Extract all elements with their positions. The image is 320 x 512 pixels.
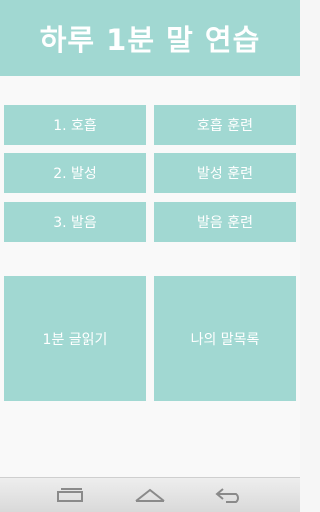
app-header: 하루 1분 말 연습 bbox=[0, 0, 300, 76]
recent-apps-button[interactable] bbox=[40, 478, 100, 512]
breathing-training-button[interactable]: 호흡 훈련 bbox=[154, 105, 296, 145]
back-button[interactable] bbox=[200, 478, 260, 512]
one-minute-reading-button[interactable]: 1분 글읽기 bbox=[4, 276, 146, 401]
pronunciation-button[interactable]: 3. 발음 bbox=[4, 202, 146, 242]
back-icon bbox=[215, 488, 239, 503]
home-button[interactable] bbox=[120, 478, 180, 512]
vocalization-button[interactable]: 2. 발성 bbox=[4, 153, 146, 193]
main-menu: 1. 호흡 호흡 훈련 2. 발성 발성 훈련 3. 발음 발음 훈련 1분 글… bbox=[0, 76, 300, 477]
pronunciation-training-button[interactable]: 발음 훈련 bbox=[154, 202, 296, 242]
my-speech-list-button[interactable]: 나의 말목록 bbox=[154, 276, 296, 401]
system-navigation-bar bbox=[0, 477, 300, 512]
home-icon bbox=[135, 488, 165, 502]
vocalization-training-button[interactable]: 발성 훈련 bbox=[154, 153, 296, 193]
recent-apps-icon bbox=[57, 488, 83, 502]
page-title: 하루 1분 말 연습 bbox=[39, 23, 261, 57]
breathing-button[interactable]: 1. 호흡 bbox=[4, 105, 146, 145]
